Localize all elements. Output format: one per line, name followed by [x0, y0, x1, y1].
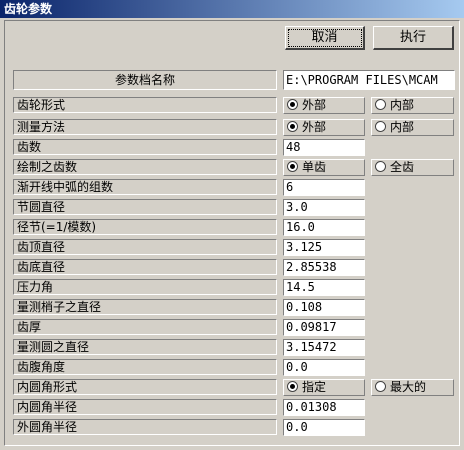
inner-fillet-radius-label: 内圆角半径	[13, 399, 277, 415]
inner-fillet-radius-input[interactable]: 0.01308	[283, 399, 365, 416]
involute-arc-groups-label: 渐开线中弧的组数	[13, 179, 277, 195]
gear-type-internal-radio[interactable]: 内部	[371, 97, 454, 114]
measure-method-internal-radio[interactable]: 内部	[371, 119, 454, 136]
gear-type-external-radio[interactable]: 外部	[283, 97, 365, 114]
pitch-diameter-input[interactable]: 3.0	[283, 199, 365, 216]
measure-circle-diameter-label: 量测圆之直径	[13, 339, 277, 355]
teeth-single-radio[interactable]: 单齿	[283, 159, 365, 176]
param-file-label: 参数档名称	[13, 70, 277, 90]
outer-fillet-radius-label: 外圆角半径	[13, 419, 277, 435]
addendum-diameter-input[interactable]: 3.125	[283, 239, 365, 256]
radio-selected-icon	[287, 161, 298, 172]
execute-button[interactable]: 执行	[373, 26, 454, 50]
radio-selected-icon	[287, 121, 298, 132]
fillet-type-label: 内圆角形式	[13, 379, 277, 395]
param-file-input[interactable]: E:\PROGRAM FILES\MCAM	[283, 70, 455, 90]
root-diameter-label: 齿底直径	[13, 259, 277, 275]
teeth-all-radio[interactable]: 全齿	[371, 159, 454, 176]
radio-unselected-icon	[375, 99, 386, 110]
teeth-to-draw-label: 绘制之齿数	[13, 159, 277, 175]
radio-selected-icon	[287, 381, 298, 392]
radio-selected-icon	[287, 99, 298, 110]
radio-unselected-icon	[375, 121, 386, 132]
tooth-thickness-input[interactable]: 0.09817	[283, 319, 365, 336]
pitch-diameter-label: 节圆直径	[13, 199, 277, 215]
flank-angle-input[interactable]: 0.0	[283, 359, 365, 376]
measure-method-external-radio[interactable]: 外部	[283, 119, 365, 136]
pin-diameter-input[interactable]: 0.108	[283, 299, 365, 316]
measure-method-label: 测量方法	[13, 119, 277, 135]
window-title: 齿轮参数	[0, 0, 464, 18]
addendum-diameter-label: 齿顶直径	[13, 239, 277, 255]
outer-fillet-radius-input[interactable]: 0.0	[283, 419, 365, 436]
root-diameter-input[interactable]: 2.85538	[283, 259, 365, 276]
radio-unselected-icon	[375, 381, 386, 392]
fillet-max-radio[interactable]: 最大的	[371, 379, 454, 396]
diametral-pitch-label: 径节(=1/模数)	[13, 219, 277, 235]
diametral-pitch-input[interactable]: 16.0	[283, 219, 365, 236]
radio-unselected-icon	[375, 161, 386, 172]
gear-type-label: 齿轮形式	[13, 97, 277, 113]
pin-diameter-label: 量测梢子之直径	[13, 299, 277, 315]
cancel-button[interactable]: 取消	[285, 26, 365, 50]
flank-angle-label: 齿腹角度	[13, 359, 277, 375]
tooth-count-input[interactable]: 48	[283, 139, 365, 156]
measure-circle-diameter-input[interactable]: 3.15472	[283, 339, 365, 356]
tooth-thickness-label: 齿厚	[13, 319, 277, 335]
pressure-angle-label: 压力角	[13, 279, 277, 295]
involute-arc-groups-input[interactable]: 6	[283, 179, 365, 196]
tooth-count-label: 齿数	[13, 139, 277, 155]
pressure-angle-input[interactable]: 14.5	[283, 279, 365, 296]
fillet-specified-radio[interactable]: 指定	[283, 379, 365, 396]
